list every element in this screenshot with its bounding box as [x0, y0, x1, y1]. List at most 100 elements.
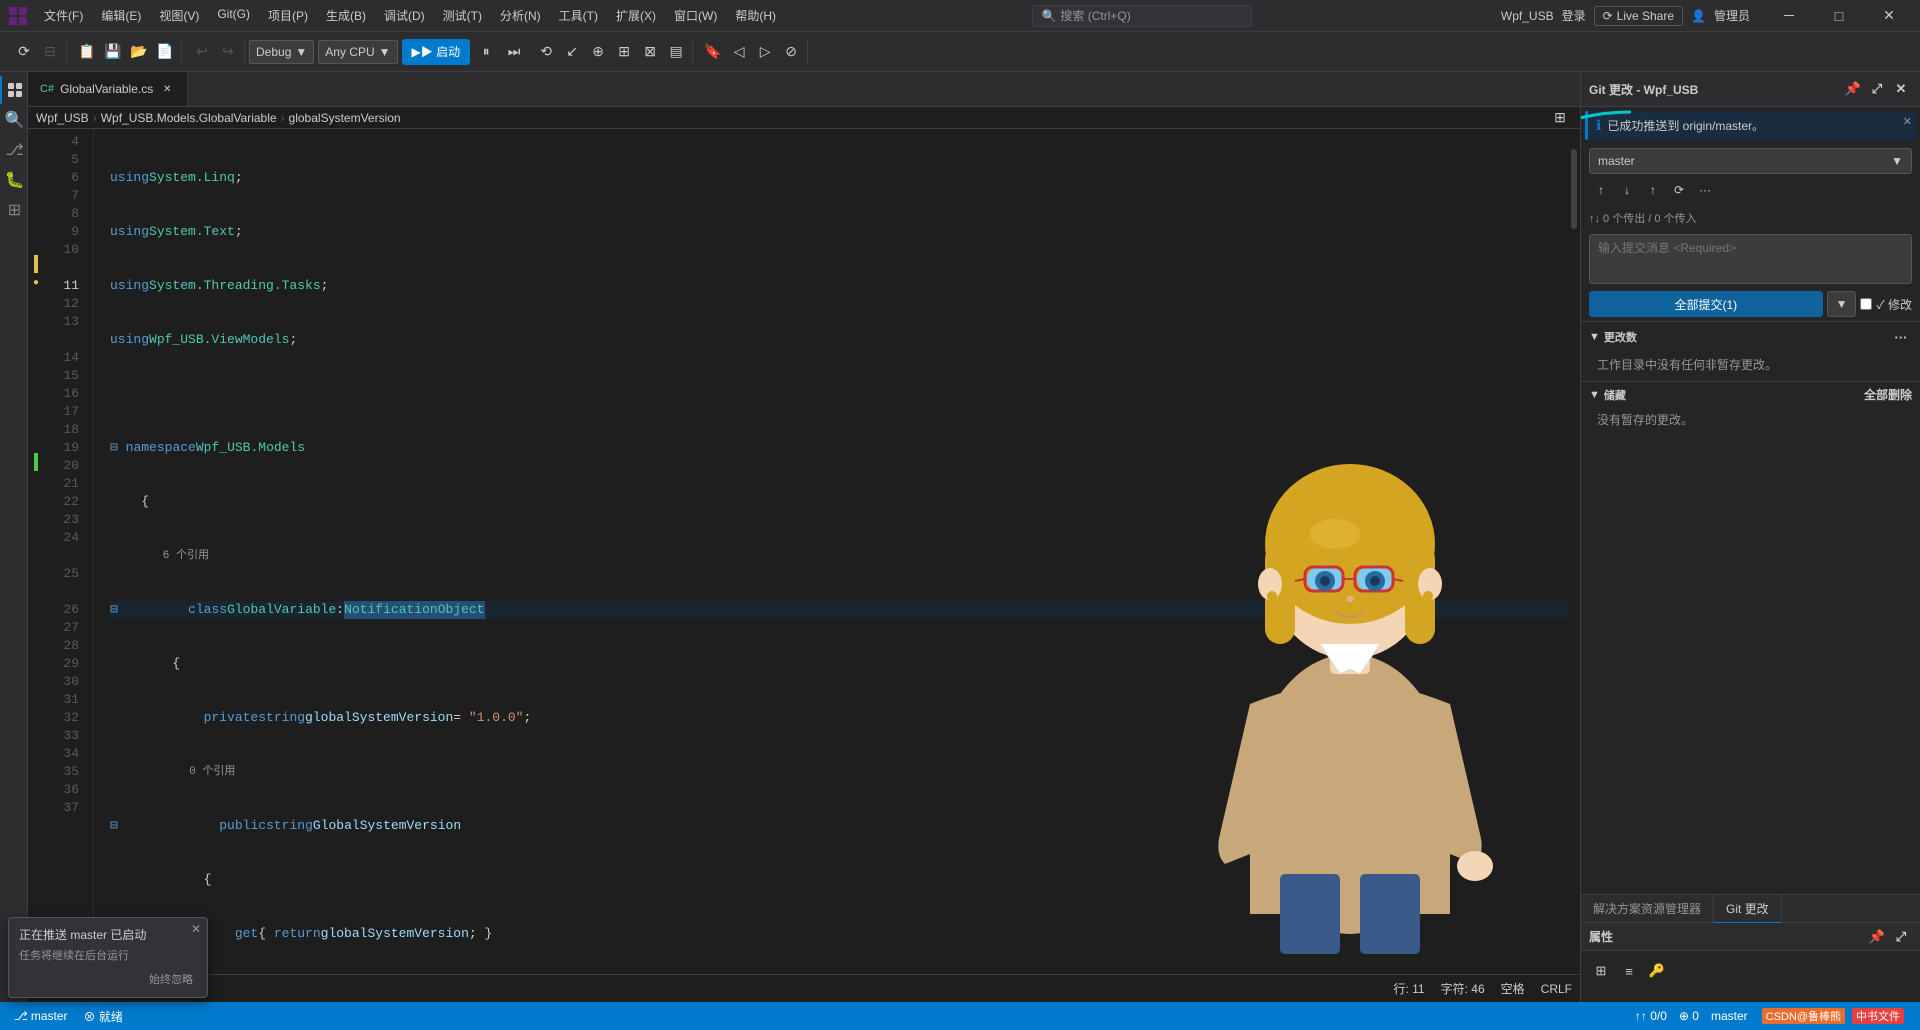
activity-debug[interactable]: 🐛 [0, 166, 28, 194]
push-btn[interactable]: ↑ [1641, 178, 1665, 202]
solution-explorer-tab[interactable]: 解决方案资源管理器 [1581, 895, 1714, 923]
menu-window[interactable]: 窗口(W) [666, 5, 725, 26]
breakpoint-indicator[interactable]: ● [33, 277, 39, 288]
toolbar-btn-5[interactable]: 📂 [127, 40, 151, 64]
code-editor[interactable]: using System.Linq; using System.Text; us… [94, 129, 1568, 974]
stash-label: 储藏 [1604, 387, 1626, 403]
scrollbar-thumb[interactable] [1571, 149, 1577, 229]
maximize-button[interactable]: □ [1816, 0, 1862, 32]
breadcrumb-namespace[interactable]: Wpf_USB.Models.GlobalVariable [101, 111, 277, 125]
login-btn[interactable]: 登录 [1562, 7, 1586, 24]
menu-view[interactable]: 视图(V) [151, 5, 207, 26]
line-ending[interactable]: CRLF [1541, 982, 1572, 996]
tab-globalvariable[interactable]: C# GlobalVariable.cs ✕ [28, 72, 188, 106]
menu-git[interactable]: Git(G) [209, 5, 258, 26]
branch-dropdown[interactable]: master ▼ [1589, 148, 1912, 174]
stash-section: ▼ 储藏 全部删除 没有暂存的更改。 [1581, 381, 1920, 436]
modify-checkbox[interactable] [1860, 298, 1872, 310]
bottom-branch[interactable]: master [1705, 1002, 1754, 1030]
misc-btn-2[interactable]: ↙ [560, 40, 584, 64]
changes-section-header[interactable]: ▼ 更改数 ··· [1581, 322, 1920, 352]
git-pin-btn[interactable]: 📌 [1842, 78, 1864, 100]
properties-header: 属性 📌 ⤢ [1581, 923, 1920, 951]
git-branch-status[interactable]: ⎇ master [8, 1002, 74, 1030]
changes-more-btn[interactable]: ··· [1890, 326, 1912, 348]
misc-btn-6[interactable]: ▤ [664, 40, 688, 64]
menu-tools[interactable]: 工具(T) [551, 5, 606, 26]
props-expand-btn[interactable]: ⤢ [1890, 926, 1912, 948]
platform-dropdown[interactable]: Any CPU ▼ [318, 40, 397, 64]
menu-file[interactable]: 文件(F) [36, 5, 91, 26]
editor-scrollbar[interactable] [1568, 129, 1580, 974]
breadcrumb-project[interactable]: Wpf_USB [36, 111, 89, 125]
props-pin-btn[interactable]: 📌 [1866, 926, 1888, 948]
toast-title: 正在推送 master 已启动 [19, 926, 197, 943]
activity-source-control[interactable]: ⎇ [0, 136, 28, 164]
toolbar-btn-3[interactable]: 📋 [75, 40, 99, 64]
activity-extensions[interactable]: ⊞ [0, 196, 28, 224]
git-changes-tab[interactable]: Git 更改 [1714, 895, 1782, 923]
activity-explorer[interactable] [0, 76, 28, 104]
toolbar-btn-1[interactable]: ⟳ [12, 40, 36, 64]
git-expand-btn[interactable]: ⤢ [1866, 78, 1888, 100]
toolbar-group-2: 📋 💾 📂 📄 [71, 40, 182, 64]
menu-project[interactable]: 项目(P) [260, 5, 316, 26]
misc-btn-4[interactable]: ⊞ [612, 40, 636, 64]
stash-section-header[interactable]: ▼ 储藏 全部删除 [1581, 382, 1920, 407]
menu-extensions[interactable]: 扩展(X) [608, 5, 664, 26]
fetch-btn[interactable]: ↑ [1589, 178, 1613, 202]
admin-label[interactable]: 管理员 [1714, 7, 1750, 24]
step-into[interactable]: ⏭ [502, 40, 526, 64]
live-share-button[interactable]: ⟳ Live Share [1594, 6, 1683, 26]
commit-dropdown-btn[interactable]: ▼ [1827, 291, 1857, 317]
commit-area: 全部提交(1) ▼ ✓ 修改 [1581, 230, 1920, 321]
indentation[interactable]: 空格 [1501, 980, 1525, 997]
bookmark-3[interactable]: ▷ [753, 40, 777, 64]
step-over[interactable]: ⏸ [474, 40, 498, 64]
toast-close-btn[interactable]: ✕ [191, 922, 201, 936]
misc-btn-1[interactable]: ⟲ [534, 40, 558, 64]
debug-config-dropdown[interactable]: Debug ▼ [249, 40, 314, 64]
prop-btn-grid[interactable]: ⊞ [1589, 959, 1613, 983]
menu-test[interactable]: 测试(T) [435, 5, 490, 26]
notification-close-btn[interactable]: ✕ [1903, 115, 1912, 128]
menu-build[interactable]: 生成(B) [318, 5, 374, 26]
toolbar-btn-4[interactable]: 💾 [101, 40, 125, 64]
bookmark-4[interactable]: ⊘ [779, 40, 803, 64]
menu-analyze[interactable]: 分析(N) [492, 5, 549, 26]
split-editor-btn[interactable]: ⊞ [1548, 106, 1572, 130]
commit-message-input[interactable] [1589, 234, 1912, 284]
menu-edit[interactable]: 编辑(E) [93, 5, 149, 26]
prop-btn-key[interactable]: 🔑 [1645, 959, 1669, 983]
main-layout: 🔍 ⎇ 🐛 ⊞ ⚙ C# GlobalVariable.cs ✕ Wpf_USB… [0, 72, 1920, 1002]
menu-debug[interactable]: 调试(D) [376, 5, 433, 26]
search-box[interactable]: 🔍 搜索 (Ctrl+Q) [1032, 5, 1252, 27]
misc-btn-3[interactable]: ⊕ [586, 40, 610, 64]
breadcrumb-member[interactable]: globalSystemVersion [289, 111, 401, 125]
prop-btn-list[interactable]: ≡ [1617, 959, 1641, 983]
activity-search[interactable]: 🔍 [0, 106, 28, 134]
more-btn[interactable]: ··· [1693, 178, 1717, 202]
git-close-btn[interactable]: ✕ [1890, 78, 1912, 100]
tab-close-btn[interactable]: ✕ [159, 81, 175, 97]
run-button[interactable]: ▶ ▶ 启动 [402, 39, 471, 65]
toast-ignore-btn[interactable]: 始终忽略 [145, 969, 197, 989]
toolbar-btn-2: ⊟ [38, 40, 62, 64]
minimize-button[interactable]: － [1766, 0, 1812, 32]
pull-btn[interactable]: ↓ [1615, 178, 1639, 202]
sync-count[interactable]: ↑↑ 0/0 [1629, 1002, 1673, 1030]
misc-btn-5[interactable]: ⊠ [638, 40, 662, 64]
editor-area: C# GlobalVariable.cs ✕ Wpf_USB › Wpf_USB… [28, 72, 1580, 1002]
menu-help[interactable]: 帮助(H) [727, 5, 784, 26]
code-line-11: ⊟ class GlobalVariable : NotificationObj… [110, 601, 1568, 619]
bookmark-1[interactable]: 🔖 [701, 40, 725, 64]
modify-checkbox-label[interactable]: ✓ 修改 [1860, 296, 1912, 313]
commit-all-button[interactable]: 全部提交(1) [1589, 291, 1823, 317]
sync-btn[interactable]: ⟳ [1667, 178, 1691, 202]
delete-all-btn[interactable]: 全部删除 [1864, 386, 1912, 403]
toolbar-btn-6[interactable]: 📄 [153, 40, 177, 64]
bookmark-2[interactable]: ◁ [727, 40, 751, 64]
zero-count[interactable]: ⊕ 0 [1673, 1002, 1705, 1030]
close-button[interactable]: ✕ [1866, 0, 1912, 32]
ready-status[interactable]: ⊗ 就绪 [78, 1002, 129, 1030]
